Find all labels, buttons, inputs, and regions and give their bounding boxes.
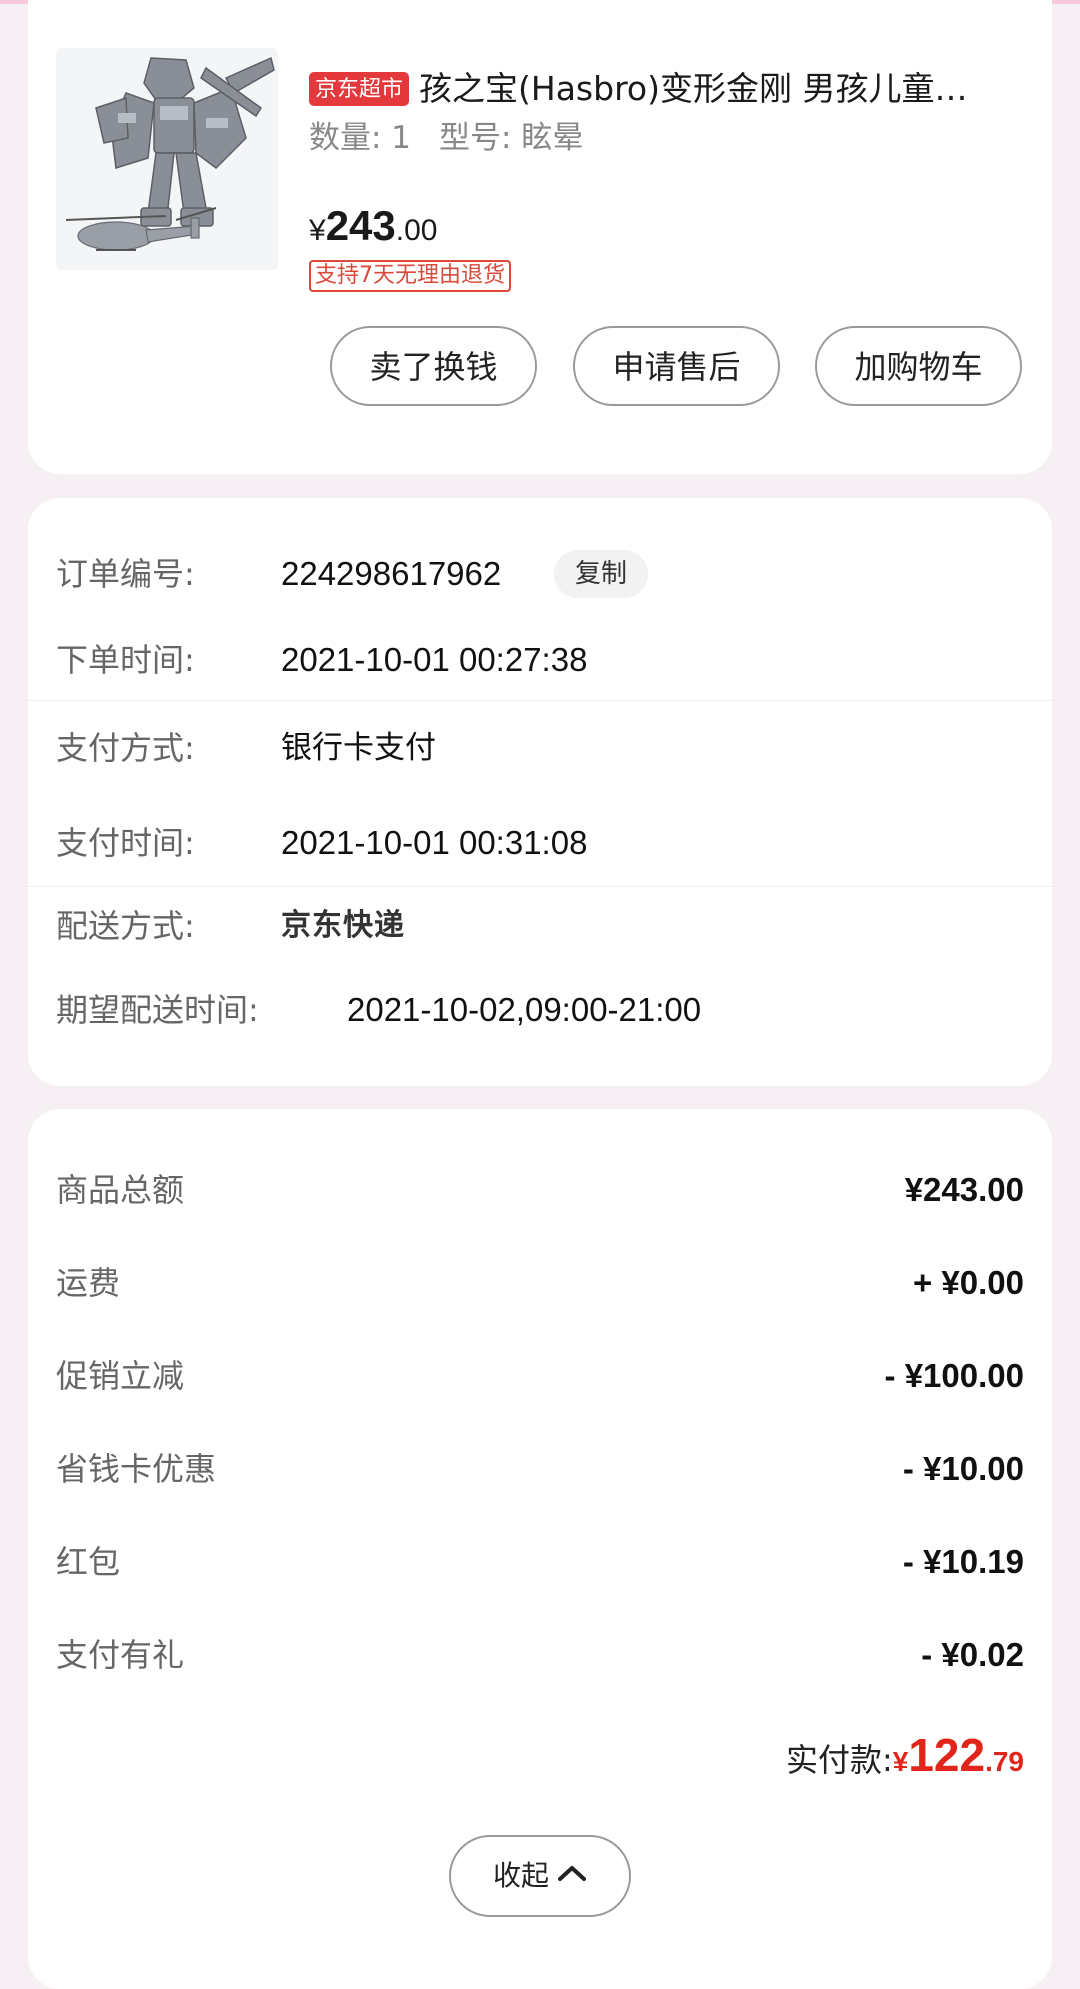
delivery-method-label: 配送方式:	[56, 907, 195, 945]
fee-amount: ¥243.00	[904, 1171, 1024, 1208]
order-number-label: 订单编号:	[56, 555, 195, 593]
store-badge: 京东超市	[309, 72, 410, 106]
collapse-button[interactable]: 收起	[449, 1835, 631, 1917]
fee-label: 支付有礼	[56, 1636, 185, 1674]
add-to-cart-button[interactable]: 加购物车	[815, 326, 1022, 406]
model-text: 型号: 眩晕	[439, 120, 584, 156]
actual-paid-row: 实付款:¥122.79	[786, 1725, 1024, 1796]
fee-amount: + ¥0.00	[912, 1264, 1024, 1301]
expected-delivery-value: 2021-10-02,09:00-21:00	[347, 991, 702, 1028]
delivery-method-value: 京东快递	[281, 908, 405, 943]
fee-row-promotion: 促销立减 - ¥100.00	[56, 1351, 1024, 1401]
fee-amount: - ¥100.00	[884, 1357, 1024, 1394]
transformer-toy-icon	[56, 48, 278, 270]
order-time-label: 下单时间:	[56, 641, 195, 679]
after-sales-button[interactable]: 申请售后	[573, 326, 780, 406]
payment-method-label: 支付方式:	[56, 729, 195, 767]
product-title[interactable]: 京东超市 孩之宝(Hasbro)变形金刚 男孩儿童…	[309, 64, 1029, 114]
fee-row-shipping: 运费 + ¥0.00	[56, 1258, 1024, 1308]
actual-paid-integer: 122	[908, 1729, 986, 1781]
product-title-text: 孩之宝(Hasbro)变形金刚 男孩儿童…	[419, 69, 968, 108]
order-time-value: 2021-10-01 00:27:38	[281, 641, 588, 678]
product-card: 京东超市 孩之宝(Hasbro)变形金刚 男孩儿童… 数量: 1 型号: 眩晕 ¥2…	[28, 0, 1052, 474]
fee-amount: - ¥10.00	[902, 1450, 1024, 1487]
sell-for-cash-button[interactable]: 卖了换钱	[330, 326, 537, 406]
divider	[28, 886, 1052, 887]
fee-amount: - ¥10.19	[902, 1543, 1024, 1580]
quantity-text: 数量: 1	[309, 120, 412, 156]
divider	[28, 700, 1052, 701]
fee-row-saving-card: 省钱卡优惠 - ¥10.00	[56, 1444, 1024, 1494]
price-decimal: .00	[395, 214, 438, 247]
fee-amount: - ¥0.02	[921, 1636, 1024, 1673]
collapse-label: 收起	[492, 1859, 549, 1892]
price-integer: 243	[325, 202, 396, 249]
fee-row-red-packet: 红包 - ¥10.19	[56, 1537, 1024, 1587]
order-number-value: 224298617962	[281, 555, 502, 592]
actual-paid-decimal: .79	[985, 1746, 1024, 1777]
fee-row-pay-gift: 支付有礼 - ¥0.02	[56, 1630, 1024, 1680]
fee-label: 省钱卡优惠	[56, 1450, 217, 1488]
payment-method-value: 银行卡支付	[281, 730, 436, 766]
actual-paid-label: 实付款:	[785, 1741, 893, 1779]
chevron-up-icon	[557, 1836, 587, 1914]
fee-label: 商品总额	[56, 1171, 185, 1209]
product-specs: 数量: 1 型号: 眩晕	[309, 118, 611, 158]
expected-delivery-label: 期望配送时间:	[56, 991, 259, 1029]
product-price: ¥243.00	[309, 196, 437, 266]
return-policy-tag: 支持7天无理由退货	[309, 260, 511, 292]
price-currency: ¥	[309, 214, 326, 247]
payment-time-value: 2021-10-01 00:31:08	[281, 824, 588, 861]
fee-label: 运费	[56, 1264, 121, 1302]
actual-paid-currency: ¥	[892, 1746, 909, 1777]
fee-label: 红包	[56, 1543, 121, 1581]
order-info-card: 订单编号: 224298617962 复制 下单时间: 2021-10-01 0…	[28, 498, 1052, 1086]
payment-time-label: 支付时间:	[56, 824, 195, 862]
product-thumbnail[interactable]	[56, 48, 278, 270]
fee-label: 促销立减	[56, 1357, 185, 1395]
fee-row-total: 商品总额 ¥243.00	[56, 1165, 1024, 1215]
price-breakdown-card: 商品总额 ¥243.00 运费 + ¥0.00 促销立减 - ¥100.00 省…	[28, 1109, 1052, 1989]
copy-order-number-button[interactable]: 复制	[554, 550, 648, 598]
